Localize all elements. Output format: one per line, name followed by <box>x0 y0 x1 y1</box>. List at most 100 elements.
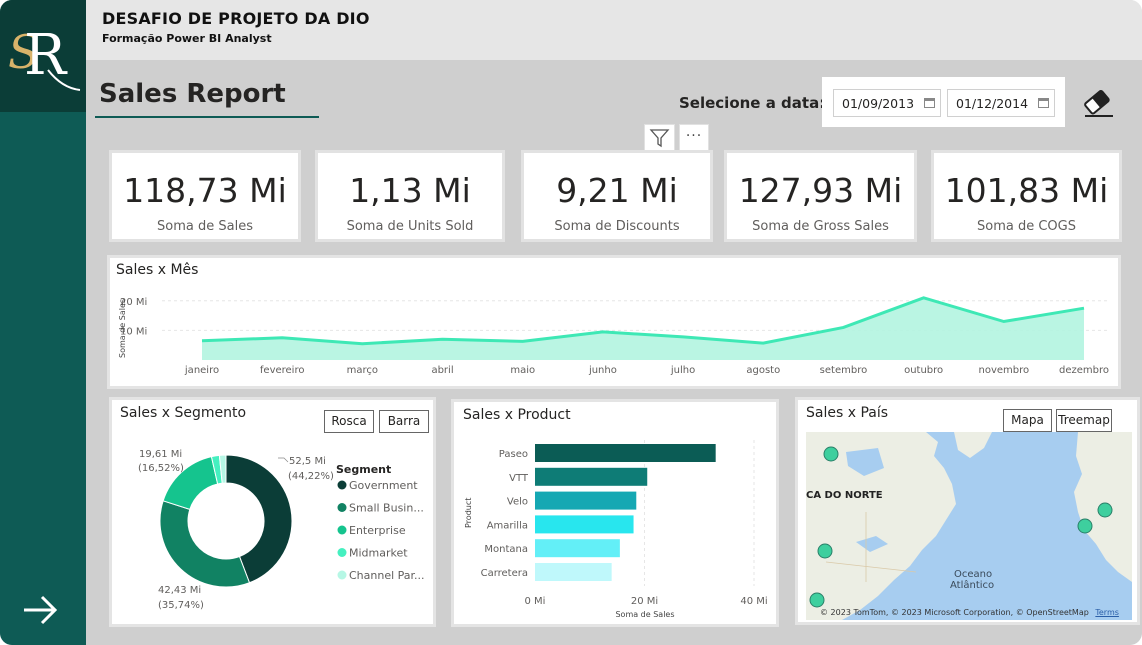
legend-item[interactable]: Midmarket <box>349 547 408 560</box>
legend-item[interactable]: Government <box>349 479 418 492</box>
sr-monogram-logo-icon: S R <box>8 23 81 91</box>
x-tick-label: 0 Mi <box>525 596 546 607</box>
logo: S R <box>0 0 86 112</box>
svg-text:R: R <box>24 23 68 88</box>
treemap-view-button[interactable]: Treemap <box>1056 409 1112 432</box>
header-title: DESAFIO DE PROJETO DA DIO <box>102 9 370 28</box>
map-marker[interactable] <box>809 592 825 608</box>
map-marker[interactable] <box>817 543 833 559</box>
sales-by-segment-chart[interactable]: 52,5 Mi (44,22%) 42,43 Mi (35,74%) 19,61 Mi (… <box>112 400 433 624</box>
x-tick-label: outubro <box>904 365 943 376</box>
y-tick-label: Velo <box>507 497 528 508</box>
sales-by-month-chart[interactable]: 10 Mi20 MiSoma de Salesjaneiro fevereiro m… <box>110 258 1118 386</box>
end-date-value: 01/12/2014 <box>956 96 1029 111</box>
map-canvas[interactable]: CA DO NORTE Oceano Atlântico © 2023 TomT… <box>806 432 1132 620</box>
date-filter-label: Selecione a data: <box>679 94 826 112</box>
bar[interactable] <box>535 491 637 510</box>
data-label: (16,52%) <box>138 463 184 474</box>
calendar-icon[interactable] <box>1038 98 1049 108</box>
y-axis-title: Product <box>464 498 473 528</box>
kpi-value: 1,13 Mi <box>349 171 471 210</box>
map-marker[interactable] <box>1077 518 1093 534</box>
legend-item[interactable]: Channel Par... <box>349 569 425 582</box>
kpi-card-gross-sales[interactable]: 127,93 Mi Soma de Gross Sales <box>724 150 917 242</box>
header-bar: DESAFIO DE PROJETO DA DIO Formação Power… <box>86 0 1142 60</box>
sidebar: S R <box>0 0 86 645</box>
kpi-value: 9,21 Mi <box>556 171 678 210</box>
filter-icon <box>649 129 670 148</box>
x-tick-label: novembro <box>979 365 1030 376</box>
map-attribution: © 2023 TomTom, © 2023 Microsoft Corporat… <box>820 608 1119 617</box>
legend-title: Segment <box>336 463 391 476</box>
data-label: 42,43 Mi <box>158 585 201 596</box>
arrow-right-icon[interactable] <box>20 590 60 630</box>
map-attribution-text: © 2023 TomTom, © 2023 Microsoft Corporat… <box>820 608 1089 617</box>
filter-button[interactable] <box>644 124 675 152</box>
more-options-button[interactable]: ··· <box>679 124 709 152</box>
bar[interactable] <box>535 539 620 558</box>
kpi-label: Soma de Gross Sales <box>752 219 889 234</box>
more-options-icon: ··· <box>685 128 703 144</box>
kpi-label: Soma de Discounts <box>554 219 680 234</box>
sales-by-segment-card[interactable]: Sales x Segmento Rosca Barra 52,5 Mi (44,… <box>109 397 436 627</box>
kpi-card-cogs[interactable]: 101,83 Mi Soma de COGS <box>931 150 1122 242</box>
x-tick-label: 20 Mi <box>631 596 658 607</box>
legend-marker <box>337 570 347 580</box>
page-title: Sales Report <box>99 79 286 109</box>
bar[interactable] <box>535 444 716 462</box>
data-label: (44,22%) <box>288 471 334 482</box>
map-terms-link[interactable]: Terms <box>1095 608 1119 617</box>
map-view-button[interactable]: Mapa <box>1003 409 1052 432</box>
calendar-icon[interactable] <box>924 98 935 108</box>
legend-item[interactable]: Enterprise <box>349 524 406 537</box>
chart-title: Sales x País <box>806 405 889 421</box>
bar[interactable] <box>535 467 648 486</box>
leader-line <box>278 457 289 463</box>
start-date-input[interactable]: 01/09/2013 <box>833 89 941 117</box>
legend-marker <box>337 480 347 490</box>
x-tick-label: junho <box>588 365 617 376</box>
kpi-label: Soma de Units Sold <box>346 219 474 234</box>
end-date-input[interactable]: 01/12/2014 <box>947 89 1055 117</box>
y-tick-label: VTT <box>509 473 529 484</box>
kpi-card-sales[interactable]: 118,73 Mi Soma de Sales <box>109 150 301 242</box>
kpi-value: 127,93 Mi <box>738 171 903 210</box>
x-tick-label: maio <box>510 365 535 376</box>
data-label: 52,5 Mi <box>289 456 326 467</box>
y-tick-label: Paseo <box>499 449 528 460</box>
legend-item[interactable]: Small Busin... <box>349 502 424 515</box>
kpi-card-units-sold[interactable]: 1,13 Mi Soma de Units Sold <box>315 150 505 242</box>
sales-by-month-card[interactable]: Sales x Mês 10 Mi 20 Mi Soma de Sales janei… <box>107 255 1121 389</box>
bar[interactable] <box>535 563 612 581</box>
x-tick-label: julho <box>670 365 695 376</box>
kpi-value: 118,73 Mi <box>123 171 287 210</box>
sales-by-country-card[interactable]: Sales x País Mapa Treemap CA DO NORTE Oc… <box>795 397 1140 625</box>
x-axis-title: Soma de Sales <box>615 610 674 619</box>
map-marker[interactable] <box>1097 502 1113 518</box>
map-label-north-america: CA DO NORTE <box>806 490 883 501</box>
x-tick-label: abril <box>431 365 453 376</box>
y-tick-label: Carretera <box>481 568 528 579</box>
donut-slice[interactable] <box>159 500 251 588</box>
header-subtitle: Formação Power BI Analyst <box>102 32 272 45</box>
legend-marker <box>337 548 347 557</box>
map-overlay: CA DO NORTE Oceano Atlântico <box>806 446 1113 608</box>
x-tick-label: fevereiro <box>260 365 305 376</box>
map-label-ocean: Oceano <box>954 569 992 580</box>
x-tick-label: setembro <box>820 365 868 376</box>
x-tick-label: 40 Mi <box>740 596 767 607</box>
x-tick-label: agosto <box>746 365 780 376</box>
sales-by-product-chart[interactable]: 0 Mi 20 Mi 40 Mi Soma de Sales Product Paseo V… <box>454 402 776 624</box>
y-tick-label: Amarilla <box>487 520 528 531</box>
eraser-icon[interactable] <box>1081 86 1115 118</box>
kpi-card-discounts[interactable]: 9,21 Mi Soma de Discounts <box>521 150 713 242</box>
legend-marker <box>337 525 347 535</box>
y-tick-label: Montana <box>484 544 528 555</box>
map-marker[interactable] <box>823 446 839 462</box>
bar[interactable] <box>535 515 634 534</box>
kpi-label: Soma de Sales <box>157 219 253 234</box>
kpi-value: 101,83 Mi <box>944 171 1109 210</box>
sales-by-product-card[interactable]: Sales x Product 0 Mi 20 Mi 40 Mi Soma de Sa… <box>451 399 779 627</box>
map-label-atlantic: Atlântico <box>950 579 994 591</box>
data-label: (35,74%) <box>158 600 204 611</box>
